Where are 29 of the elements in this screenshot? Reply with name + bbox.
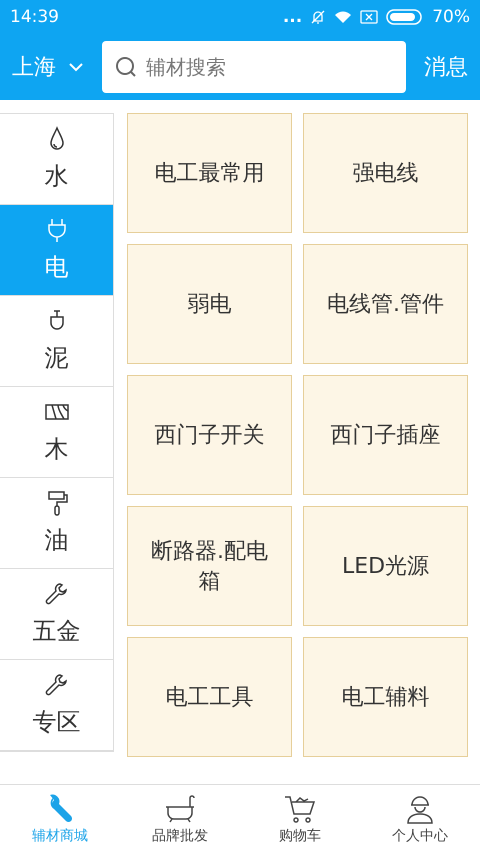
bell-off-icon (310, 9, 326, 25)
nav-tab[interactable]: 个人中心 (360, 785, 480, 853)
category-item[interactable]: 专区 (0, 660, 113, 751)
sim-icon (360, 10, 378, 24)
subcategory-tile[interactable]: 电工辅料 (303, 637, 468, 757)
subcategory-tile[interactable]: 强电线 (303, 113, 468, 233)
subcategory-tile[interactable]: 电线管.管件 (303, 244, 468, 364)
subcategory-tile[interactable]: 断路器.配电箱 (127, 506, 292, 626)
subcategory-tile[interactable]: 西门子开关 (127, 375, 292, 495)
battery-percent: 70% (432, 7, 470, 27)
category-item[interactable]: 油 (0, 478, 113, 569)
status-dots: ... (282, 7, 302, 27)
wrench-icon (44, 581, 70, 607)
nav-tab[interactable]: 品牌批发 (120, 785, 240, 853)
search-field[interactable]: 辅材搜索 (102, 41, 406, 93)
subcategory-tile[interactable]: 电工工具 (127, 637, 292, 757)
category-item[interactable]: 五金 (0, 569, 113, 660)
nav-tab[interactable]: 购物车 (240, 785, 360, 853)
category-item[interactable]: 泥 (0, 296, 113, 387)
subcategory-tile[interactable]: 西门子插座 (303, 375, 468, 495)
battery-icon (386, 9, 424, 25)
subcategory-tile[interactable]: 弱电 (127, 244, 292, 364)
wrench-icon (44, 672, 70, 698)
wifi-icon (334, 10, 352, 24)
subcategory-tile[interactable]: LED光源 (303, 506, 468, 626)
subcategory-tile[interactable]: 电工最常用 (127, 113, 292, 233)
status-time: 14:39 (10, 7, 59, 27)
chevron-down-icon (68, 62, 84, 72)
category-item[interactable]: 木 (0, 387, 113, 478)
